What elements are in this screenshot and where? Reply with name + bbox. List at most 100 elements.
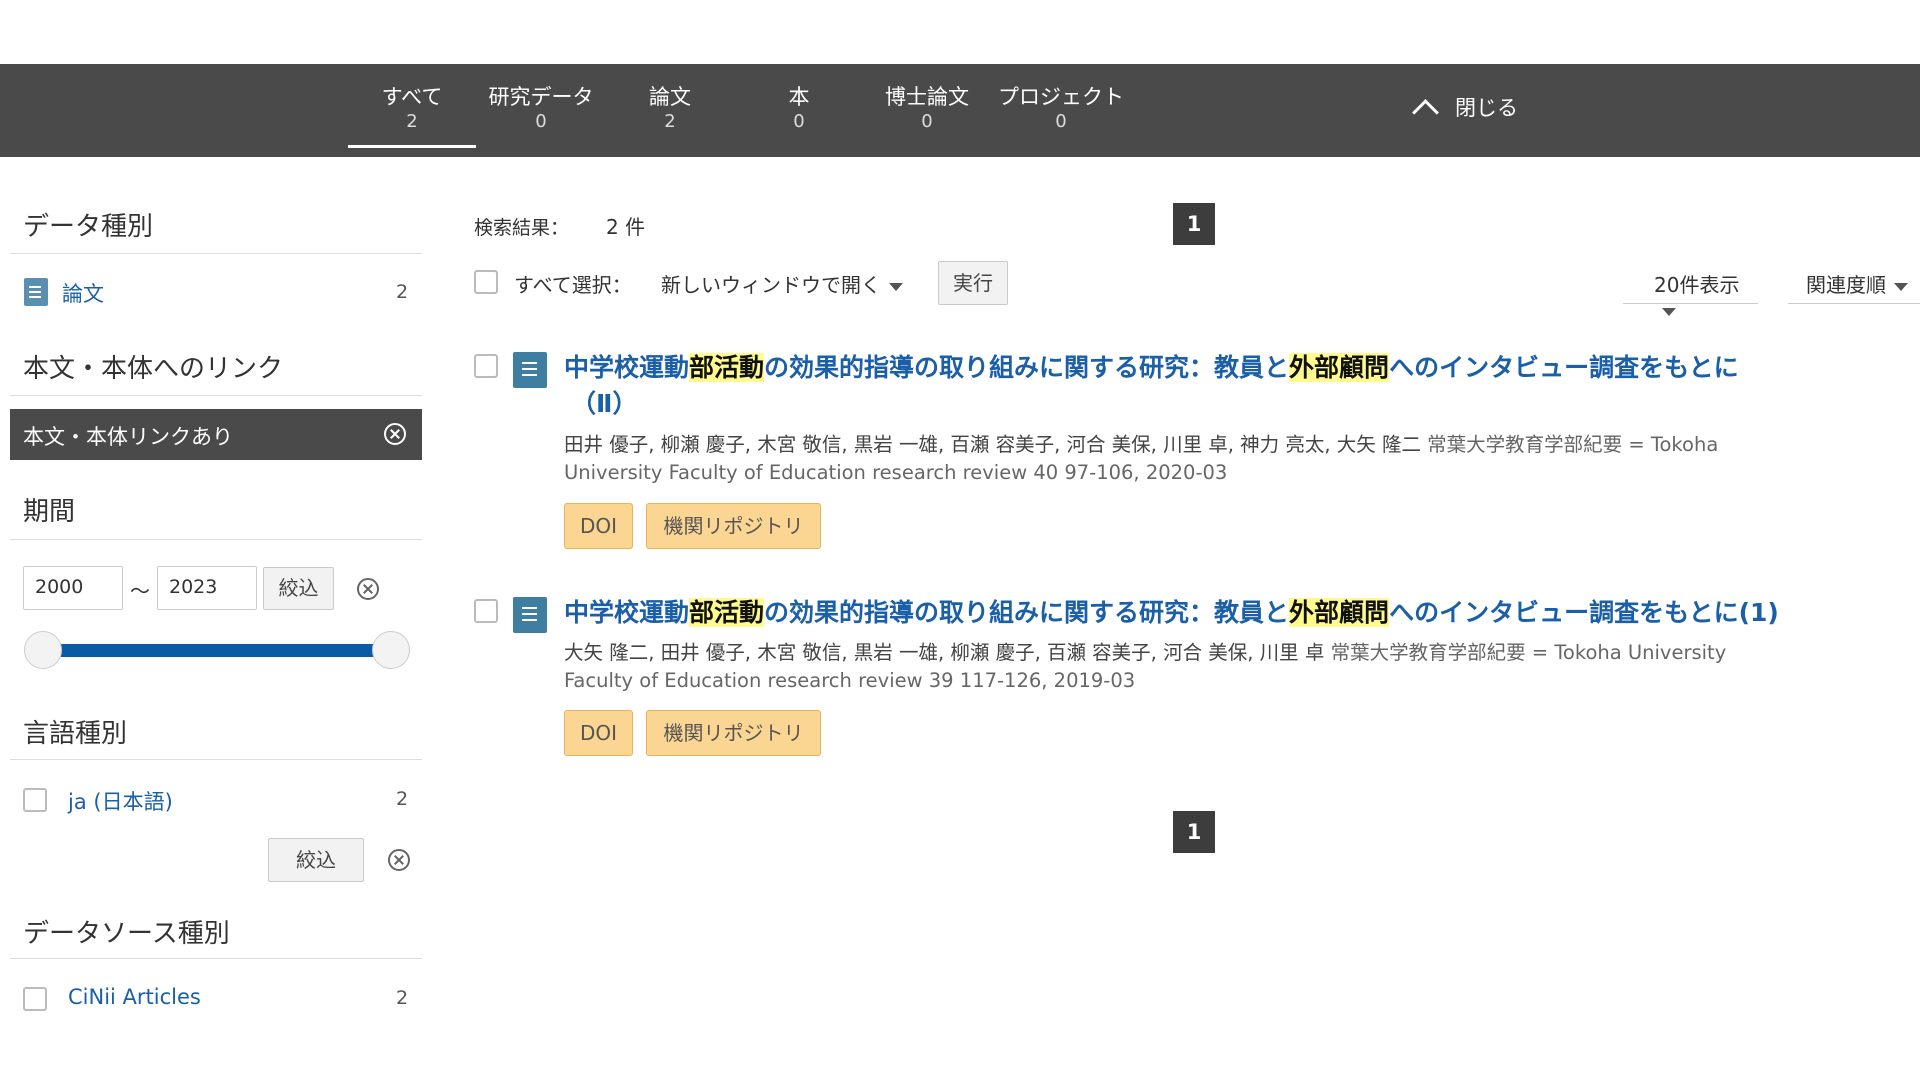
result-title-link[interactable]: 中学校運動部活動の効果的指導の取り組みに関する研究：教員と外部顧問へのインタビュ… (564, 350, 1739, 386)
tab-all[interactable]: すべて 2 (348, 84, 476, 148)
datasource-heading: データソース種別 (23, 919, 230, 949)
slider-min-handle[interactable] (24, 631, 62, 669)
close-tabs-button[interactable]: 閉じる (1412, 92, 1518, 126)
tab-label: 本 (788, 85, 810, 109)
pagination-page-1-bottom[interactable]: 1 (1173, 811, 1215, 853)
language-heading: 言語種別 (23, 719, 128, 749)
active-filter-fulltext[interactable]: 本文・本体リンクあり (10, 409, 422, 460)
tab-count: 0 (535, 111, 547, 132)
tab-projects[interactable]: プロジェクト 0 (997, 84, 1125, 148)
facet-datasource-cinii[interactable]: CiNii Articles (68, 985, 201, 1009)
period-slider-track[interactable] (43, 644, 391, 657)
result-authors: 田井 優子, 柳瀬 慶子, 木宮 敬信, 黒岩 一雄, 百瀬 容美子, 河合 美… (564, 433, 1421, 456)
caret-down-icon (889, 282, 903, 291)
result-authors: 大矢 隆二, 田井 優子, 木宮 敬信, 黒岩 一雄, 柳瀬 慶子, 百瀬 容美… (564, 641, 1325, 664)
document-icon (24, 278, 48, 306)
tab-count: 2 (664, 111, 676, 132)
facet-count: 2 (396, 788, 409, 810)
tab-count: 0 (1055, 111, 1067, 132)
result-title-link[interactable]: 中学校運動部活動の効果的指導の取り組みに関する研究：教員と外部顧問へのインタビュ… (564, 595, 1779, 631)
repository-badge[interactable]: 機関リポジトリ (646, 503, 821, 549)
title-text: へのインタビュー調査をもとに (1389, 353, 1739, 382)
sort-value: 関連度順 (1806, 273, 1886, 297)
result-meta: 田井 優子, 柳瀬 慶子, 木宮 敬信, 黒岩 一雄, 百瀬 容美子, 河合 美… (564, 431, 1834, 487)
tab-label: プロジェクト (998, 85, 1124, 109)
title-highlight: 部活動 (689, 598, 765, 627)
facet-count: 2 (396, 987, 409, 1009)
title-text: の効果的指導の取り組みに関する研究：教員と (764, 598, 1290, 627)
tab-books[interactable]: 本 0 (735, 84, 863, 148)
title-text: 中学校運動 (564, 598, 690, 627)
data-type-heading: データ種別 (23, 212, 154, 242)
language-filter-button[interactable]: 絞込 (268, 838, 364, 882)
year-from-input[interactable]: 2000 (23, 566, 123, 610)
result-journal: 常葉大学教育学部紀要 = Tokoha University (1330, 641, 1727, 664)
tab-label: 博士論文 (885, 85, 969, 109)
per-page-dropdown[interactable]: 20件表示 (1623, 259, 1758, 316)
facet-data-type-articles[interactable]: 論文 (62, 278, 104, 308)
open-action-select[interactable]: 新しいウィンドウで開く (661, 269, 903, 298)
facet-count: 2 (396, 281, 409, 303)
pagination-page-1[interactable]: 1 (1173, 203, 1215, 245)
result-journal: 常葉大学教育学部紀要 = Tokoha (1427, 433, 1719, 456)
result-journal-details: University Faculty of Education research… (564, 461, 1228, 484)
divider (10, 395, 422, 396)
divider (10, 539, 422, 540)
tab-articles[interactable]: 論文 2 (606, 84, 734, 148)
sort-dropdown[interactable]: 関連度順 (1788, 259, 1920, 304)
caret-down-icon (1894, 282, 1908, 291)
title-highlight: 外部顧問 (1289, 353, 1390, 382)
per-page-value: 20件表示 (1654, 273, 1740, 297)
result-journal-details: Faculty of Education research review 39 … (564, 669, 1136, 692)
caret-down-icon (1662, 307, 1676, 316)
sort-select: 関連度順 (1806, 269, 1908, 298)
clear-period-icon[interactable] (357, 578, 379, 600)
tab-count: 0 (793, 111, 805, 132)
language-checkbox[interactable] (23, 788, 47, 812)
title-text: 中学校運動 (564, 353, 690, 382)
tab-research-data[interactable]: 研究データ 0 (477, 84, 605, 148)
tab-label: 論文 (649, 85, 691, 109)
period-heading: 期間 (23, 497, 76, 527)
chevron-up-icon (1412, 98, 1439, 126)
result-summary-label: 検索結果： (474, 217, 570, 239)
tab-count: 2 (406, 111, 418, 132)
title-highlight: 外部顧問 (1289, 598, 1390, 627)
title-text: の効果的指導の取り組みに関する研究：教員と (764, 353, 1290, 382)
tab-label: すべて (381, 85, 443, 109)
result-type-tabbar: すべて 2 研究データ 0 論文 2 本 0 博士論文 0 プロジェクト 0 (0, 64, 1920, 157)
clear-language-icon[interactable] (388, 849, 410, 871)
divider (10, 958, 422, 959)
result-checkbox[interactable] (474, 354, 498, 378)
fulltext-heading: 本文・本体へのリンク (23, 354, 284, 384)
divider (10, 253, 422, 254)
active-filter-label: 本文・本体リンクあり (23, 425, 233, 449)
tab-dissertations[interactable]: 博士論文 0 (863, 84, 991, 148)
close-label: 閉じる (1455, 96, 1518, 120)
result-checkbox[interactable] (474, 599, 498, 623)
result-count: 2 件 (606, 215, 646, 239)
result-title-continued[interactable]: （Ⅱ） (571, 386, 637, 422)
document-icon (513, 352, 547, 388)
doi-badge[interactable]: DOI (564, 710, 633, 756)
per-page-select: 20件表示 (1654, 269, 1758, 322)
result-meta: 大矢 隆二, 田井 優子, 木宮 敬信, 黒岩 一雄, 柳瀬 慶子, 百瀬 容美… (564, 639, 1834, 695)
open-action-value: 新しいウィンドウで開く (661, 273, 881, 297)
facet-language-ja[interactable]: ja (日本語) (68, 786, 173, 816)
datasource-checkbox[interactable] (23, 987, 47, 1011)
title-text: へのインタビュー調査をもとに(1) (1389, 598, 1779, 627)
remove-filter-icon[interactable] (384, 423, 406, 445)
doi-badge[interactable]: DOI (564, 503, 633, 549)
year-to-input[interactable]: 2023 (157, 566, 257, 610)
select-all-checkbox[interactable] (474, 270, 498, 294)
period-filter-button[interactable]: 絞込 (263, 567, 334, 610)
select-all-label: すべて選択： (514, 273, 632, 297)
execute-button[interactable]: 実行 (938, 261, 1008, 305)
document-icon (513, 597, 547, 633)
tab-count: 0 (921, 111, 933, 132)
slider-max-handle[interactable] (372, 631, 410, 669)
range-separator: ～ (130, 579, 150, 603)
tab-label: 研究データ (488, 85, 594, 109)
repository-badge[interactable]: 機関リポジトリ (646, 710, 821, 756)
divider (10, 759, 422, 760)
